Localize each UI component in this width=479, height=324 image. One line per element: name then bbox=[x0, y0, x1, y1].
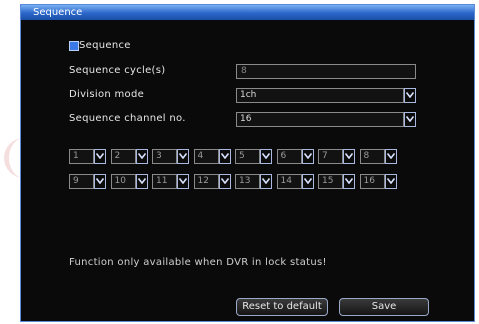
channel-value: 16 bbox=[359, 174, 385, 189]
sequence-channel-label: Sequence channel no. bbox=[69, 113, 186, 124]
sequence-channel-value: 16 bbox=[236, 112, 404, 127]
chevron-down-icon[interactable] bbox=[404, 88, 416, 103]
sequence-cycle-input[interactable]: 8 bbox=[236, 64, 416, 79]
channel-value: 9 bbox=[69, 174, 94, 189]
chevron-down-icon[interactable] bbox=[218, 149, 231, 164]
chevron-down-icon[interactable] bbox=[177, 174, 189, 189]
channel-value: 4 bbox=[193, 149, 219, 164]
sequence-checkbox-label: Sequence bbox=[79, 40, 131, 51]
channel-value: 15 bbox=[318, 174, 343, 189]
division-mode-label: Division mode bbox=[69, 89, 145, 100]
chevron-down-icon[interactable] bbox=[177, 149, 189, 164]
channel-value: 13 bbox=[235, 174, 260, 189]
reset-default-button[interactable]: Reset to default bbox=[236, 298, 328, 316]
sequence-checkbox[interactable] bbox=[69, 41, 79, 51]
window-title: Sequence bbox=[21, 5, 474, 20]
chevron-down-icon[interactable] bbox=[404, 112, 416, 127]
chevron-down-icon[interactable] bbox=[135, 174, 148, 189]
channel-value: 12 bbox=[193, 174, 219, 189]
channel-value: 7 bbox=[318, 149, 343, 164]
chevron-down-icon[interactable] bbox=[384, 149, 397, 164]
chevron-down-icon[interactable] bbox=[384, 174, 397, 189]
channel-value: 6 bbox=[276, 149, 302, 164]
channel-value: 11 bbox=[152, 174, 177, 189]
chevron-down-icon[interactable] bbox=[260, 174, 272, 189]
chevron-down-icon[interactable] bbox=[94, 174, 106, 189]
sequence-dialog: Sequence Sequence Sequence cycle(s) 8 Di… bbox=[20, 4, 475, 322]
chevron-down-icon[interactable] bbox=[343, 174, 355, 189]
chevron-down-icon[interactable] bbox=[218, 174, 231, 189]
division-mode-value: 1ch bbox=[236, 88, 404, 103]
chevron-down-icon[interactable] bbox=[301, 149, 314, 164]
sequence-cycle-label: Sequence cycle(s) bbox=[69, 65, 166, 76]
chevron-down-icon[interactable] bbox=[94, 149, 106, 164]
chevron-down-icon[interactable] bbox=[135, 149, 148, 164]
chevron-down-icon[interactable] bbox=[260, 149, 272, 164]
channel-value: 10 bbox=[110, 174, 136, 189]
chevron-down-icon[interactable] bbox=[301, 174, 314, 189]
channel-value: 14 bbox=[276, 174, 302, 189]
save-button[interactable]: Save bbox=[339, 298, 429, 316]
channel-value: 5 bbox=[235, 149, 260, 164]
channel-value: 3 bbox=[152, 149, 177, 164]
chevron-down-icon[interactable] bbox=[343, 149, 355, 164]
channel-value: 8 bbox=[359, 149, 385, 164]
channel-value: 2 bbox=[110, 149, 136, 164]
lock-status-notice: Function only available when DVR in lock… bbox=[69, 257, 327, 268]
channel-value: 1 bbox=[69, 149, 94, 164]
